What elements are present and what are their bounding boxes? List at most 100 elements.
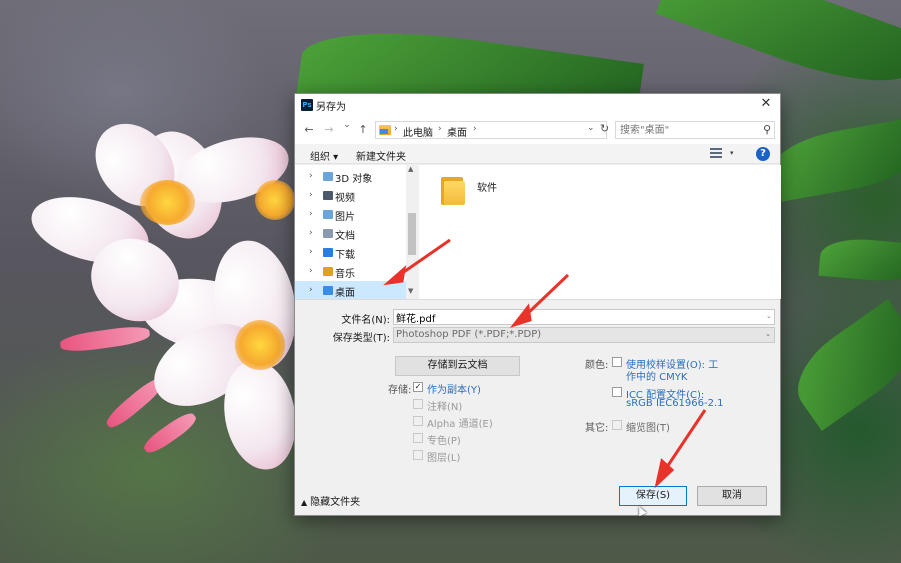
tree-item-label: 3D 对象	[335, 174, 373, 185]
flower-bud	[59, 323, 151, 355]
photoshop-icon: Ps	[301, 99, 313, 111]
checkbox-label: 图层(L)	[427, 453, 461, 464]
icc-profile-checkbox[interactable]	[612, 387, 622, 397]
leaf-shape	[655, 0, 901, 103]
documents-icon	[323, 229, 333, 238]
forward-arrow-icon[interactable]: →	[322, 123, 336, 136]
scrollbar-thumb[interactable]	[408, 213, 416, 255]
help-icon[interactable]: ?	[756, 147, 770, 161]
filetype-dropdown-icon[interactable]: ⌄	[765, 330, 771, 338]
breadcrumb-separator-icon: ›	[473, 124, 477, 134]
filetype-label: 保存类型(T):	[332, 333, 390, 344]
up-arrow-icon[interactable]: ↑	[356, 123, 370, 136]
color-options-label: 颜色:	[585, 360, 609, 371]
filename-label: 文件名(N):	[341, 315, 390, 326]
proof-setup-checkbox[interactable]	[612, 357, 622, 367]
command-toolbar: 组织 ▾ 新建文件夹 ▾ ?	[295, 144, 780, 164]
organize-menu-button[interactable]: 组织 ▾	[310, 148, 338, 163]
navigation-scrollbar[interactable]: ▲ ▼	[406, 165, 418, 299]
title-bar[interactable]: Ps 另存为 ✕	[295, 94, 780, 116]
checkbox-label: 缩览图(T)	[626, 423, 670, 434]
as-copy-checkbox[interactable]: ✓	[413, 382, 423, 392]
search-icon[interactable]: ⚲	[763, 123, 771, 136]
hide-folders-toggle[interactable]: ▲ 隐藏文件夹	[301, 493, 360, 508]
videos-icon	[323, 191, 333, 200]
scroll-up-icon[interactable]: ▲	[408, 165, 413, 173]
expand-chevron-icon[interactable]: ›	[309, 266, 313, 276]
checkbox-label: 注释(N)	[427, 402, 463, 413]
save-to-cloud-button[interactable]: 存储到云文档	[395, 356, 520, 376]
leaf-shape	[781, 299, 901, 431]
desktop-icon	[323, 286, 333, 295]
tree-item-downloads[interactable]: › 下载	[295, 243, 406, 262]
alpha-channels-checkbox[interactable]	[413, 416, 423, 426]
scroll-down-icon[interactable]: ▼	[408, 287, 413, 295]
flower-center	[235, 320, 285, 370]
filetype-select[interactable]: Photoshop PDF (*.PDF;*.PDP) ⌄	[393, 327, 775, 343]
checkbox-label: Alpha 通道(E)	[427, 419, 493, 430]
music-icon	[323, 267, 333, 276]
checkbox-label: 作为副本(Y)	[427, 385, 481, 396]
3d-objects-icon	[323, 172, 333, 181]
flower-center	[140, 180, 195, 225]
expand-chevron-icon[interactable]: ›	[309, 209, 313, 219]
cancel-button[interactable]: 取消	[697, 486, 767, 506]
expand-chevron-icon[interactable]: ›	[309, 228, 313, 238]
layers-checkbox[interactable]	[413, 450, 423, 460]
back-arrow-icon[interactable]: ←	[302, 123, 316, 136]
tree-item-videos[interactable]: › 视频	[295, 186, 406, 205]
breadcrumb-this-pc[interactable]: 此电脑	[403, 124, 433, 139]
search-input[interactable]	[620, 123, 758, 137]
thumbnail-checkbox[interactable]	[612, 420, 622, 430]
address-bar[interactable]: › 此电脑 › 桌面 ›	[375, 121, 607, 139]
close-button[interactable]: ✕	[758, 96, 774, 112]
expand-chevron-icon[interactable]: ›	[309, 247, 313, 257]
annotations-checkbox[interactable]	[413, 399, 423, 409]
filename-input[interactable]	[393, 309, 775, 325]
tree-item-label: 桌面	[335, 288, 355, 299]
tree-item-documents[interactable]: › 文档	[295, 224, 406, 243]
tree-item-label: 文档	[335, 231, 355, 242]
leaf-shape	[818, 235, 901, 285]
file-item-label[interactable]: 软件	[477, 179, 497, 194]
breadcrumb-separator-icon: ›	[394, 124, 398, 134]
leaf-shape	[765, 117, 901, 203]
spot-colors-checkbox[interactable]	[413, 433, 423, 443]
flower-bud	[140, 409, 200, 457]
tree-item-3d-objects[interactable]: › 3D 对象	[295, 167, 406, 186]
tree-item-pictures[interactable]: › 图片	[295, 205, 406, 224]
recent-locations-chevron-icon[interactable]: ⌄	[340, 120, 354, 130]
tree-item-label: 音乐	[335, 269, 355, 280]
navigation-pane: › 3D 对象 › 视频 › 图片 › 文档 › 下载 › 音乐 › 桌面 ▲ …	[295, 165, 418, 300]
divider	[295, 299, 780, 300]
flower-center	[255, 180, 295, 220]
expand-chevron-icon[interactable]: ›	[309, 171, 313, 181]
folder-icon[interactable]	[441, 175, 465, 205]
save-as-dialog: Ps 另存为 ✕ ← → ⌄ ↑ › 此电脑 › 桌面 › ⌄ ↻ ⚲ 组织 ▾…	[294, 93, 781, 516]
tree-item-music[interactable]: › 音乐	[295, 262, 406, 281]
other-options-label: 其它:	[585, 423, 609, 434]
checkbox-label-continued: 作中的 CMYK	[626, 372, 688, 383]
view-dropdown-icon[interactable]: ▾	[730, 149, 734, 157]
expand-chevron-icon[interactable]: ›	[309, 190, 313, 200]
new-folder-button[interactable]: 新建文件夹	[356, 148, 406, 163]
desktop-folder-icon	[379, 125, 391, 135]
tree-item-label: 视频	[335, 193, 355, 204]
file-list: 软件	[419, 165, 781, 299]
tree-item-label: 图片	[335, 212, 355, 223]
hide-folders-label: 隐藏文件夹	[310, 497, 361, 508]
chevron-up-icon: ▲	[301, 498, 308, 507]
dialog-title: 另存为	[316, 102, 346, 113]
downloads-icon	[323, 248, 333, 257]
search-box[interactable]: ⚲	[615, 121, 775, 139]
view-options-icon[interactable]	[710, 148, 722, 159]
filename-dropdown-icon[interactable]: ⌄	[766, 312, 772, 320]
breadcrumb-separator-icon: ›	[438, 124, 442, 134]
tree-item-desktop[interactable]: › 桌面	[295, 281, 406, 300]
pictures-icon	[323, 210, 333, 219]
address-dropdown-icon[interactable]: ⌄	[587, 123, 595, 133]
breadcrumb-desktop[interactable]: 桌面	[447, 124, 467, 139]
expand-chevron-icon[interactable]: ›	[309, 285, 313, 295]
save-button[interactable]: 保存(S)	[619, 486, 687, 506]
refresh-icon[interactable]: ↻	[600, 122, 609, 135]
